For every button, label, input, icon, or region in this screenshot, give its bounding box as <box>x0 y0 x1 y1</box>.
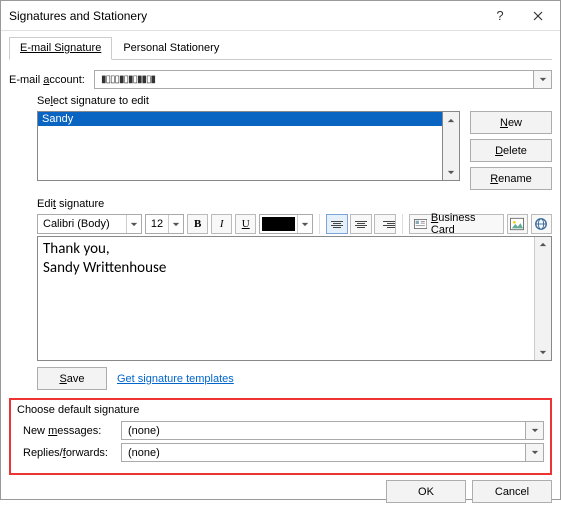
email-account-value: ▮▯▯▯▮▯▮▯▮▮▯▮ <box>95 74 533 86</box>
align-left-button[interactable] <box>326 214 348 234</box>
underline-icon: U <box>242 218 250 230</box>
get-templates-link[interactable]: Get signature templates <box>117 373 234 385</box>
align-center-button[interactable] <box>350 214 372 234</box>
new-messages-value: (none) <box>122 425 525 437</box>
close-icon <box>533 11 543 21</box>
insert-picture-button[interactable] <box>507 214 528 234</box>
scroll-up-icon[interactable] <box>443 112 459 128</box>
email-account-combo[interactable]: ▮▯▯▯▮▯▮▯▮▮▯▮ <box>94 70 552 89</box>
close-button[interactable] <box>515 1 560 31</box>
email-account-row: E-mail account: ▮▯▯▯▮▯▮▯▮▮▯▮ <box>9 70 552 89</box>
choose-default-signature-group: Choose default signature New messages: (… <box>9 398 552 475</box>
formatting-toolbar: Calibri (Body) 12 B I U <box>37 214 552 234</box>
signature-list-area: Sandy New Delete Rename <box>37 111 552 190</box>
business-card-icon <box>414 217 427 231</box>
edit-signature-label: Edit signature <box>37 198 552 210</box>
save-button[interactable]: Save <box>37 367 107 390</box>
save-row: Save Get signature templates <box>37 367 552 390</box>
toolbar-separator <box>319 214 320 234</box>
new-messages-row: New messages: (none) <box>17 421 544 440</box>
delete-button[interactable]: Delete <box>470 139 552 162</box>
choose-default-signature-label: Choose default signature <box>17 404 544 416</box>
color-swatch-icon <box>262 217 294 231</box>
replies-forwards-combo[interactable]: (none) <box>121 443 544 462</box>
select-signature-label: Select signature to edit <box>37 95 552 107</box>
dialog-body: E-mail Signature Personal Stationery E-m… <box>1 31 560 511</box>
font-color-combo[interactable] <box>259 214 312 234</box>
align-right-button[interactable] <box>374 214 396 234</box>
signature-listbox[interactable]: Sandy <box>37 111 442 181</box>
business-card-button[interactable]: Business Card <box>409 214 504 234</box>
font-size-combo[interactable]: 12 <box>145 214 184 234</box>
scroll-up-icon[interactable] <box>535 237 551 252</box>
list-item[interactable]: Sandy <box>38 112 442 126</box>
signature-side-buttons: New Delete Rename <box>470 111 552 190</box>
scroll-down-icon[interactable] <box>535 345 551 360</box>
editor-scrollbar[interactable] <box>534 237 551 360</box>
font-family-value: Calibri (Body) <box>38 218 126 230</box>
toolbar-separator <box>402 214 403 234</box>
link-icon <box>534 217 548 231</box>
font-family-combo[interactable]: Calibri (Body) <box>37 214 142 234</box>
title-bar: Signatures and Stationery ? <box>1 1 560 31</box>
help-button[interactable]: ? <box>485 1 515 31</box>
new-messages-combo[interactable]: (none) <box>121 421 544 440</box>
email-account-label: E-mail account: <box>9 74 94 86</box>
align-group <box>326 214 396 234</box>
italic-button[interactable]: I <box>211 214 232 234</box>
new-messages-label: New messages: <box>17 425 121 437</box>
italic-icon: I <box>220 218 224 230</box>
scroll-down-icon[interactable] <box>443 164 459 180</box>
chevron-down-icon[interactable] <box>297 215 312 233</box>
underline-button[interactable]: U <box>235 214 256 234</box>
chevron-down-icon[interactable] <box>126 215 141 233</box>
rename-button[interactable]: Rename <box>470 167 552 190</box>
bold-icon: B <box>194 218 201 230</box>
listbox-scrollbar[interactable] <box>442 111 460 181</box>
signature-editor[interactable]: Thank you, Sandy Writtenhouse <box>37 236 552 361</box>
tab-email-signature[interactable]: E-mail Signature <box>9 37 112 60</box>
tab-email-signature-label: E-mail Signature <box>20 42 101 54</box>
picture-icon <box>510 217 524 231</box>
chevron-down-icon[interactable] <box>533 71 551 88</box>
tab-personal-stationery-label: Personal Stationery <box>123 42 219 54</box>
replies-forwards-label: Replies/forwards: <box>17 447 121 459</box>
chevron-down-icon[interactable] <box>525 422 543 439</box>
bold-button[interactable]: B <box>187 214 208 234</box>
tab-personal-stationery[interactable]: Personal Stationery <box>112 37 230 60</box>
replies-forwards-value: (none) <box>122 447 525 459</box>
font-size-value: 12 <box>146 218 168 230</box>
tab-strip: E-mail Signature Personal Stationery <box>9 37 552 60</box>
window-title: Signatures and Stationery <box>9 9 485 23</box>
replies-forwards-row: Replies/forwards: (none) <box>17 443 544 462</box>
dialog-button-row: OK Cancel <box>9 475 552 503</box>
new-button[interactable]: New <box>470 111 552 134</box>
insert-link-button[interactable] <box>531 214 552 234</box>
chevron-down-icon[interactable] <box>525 444 543 461</box>
chevron-down-icon[interactable] <box>168 215 183 233</box>
signature-content[interactable]: Thank you, Sandy Writtenhouse <box>38 237 534 360</box>
